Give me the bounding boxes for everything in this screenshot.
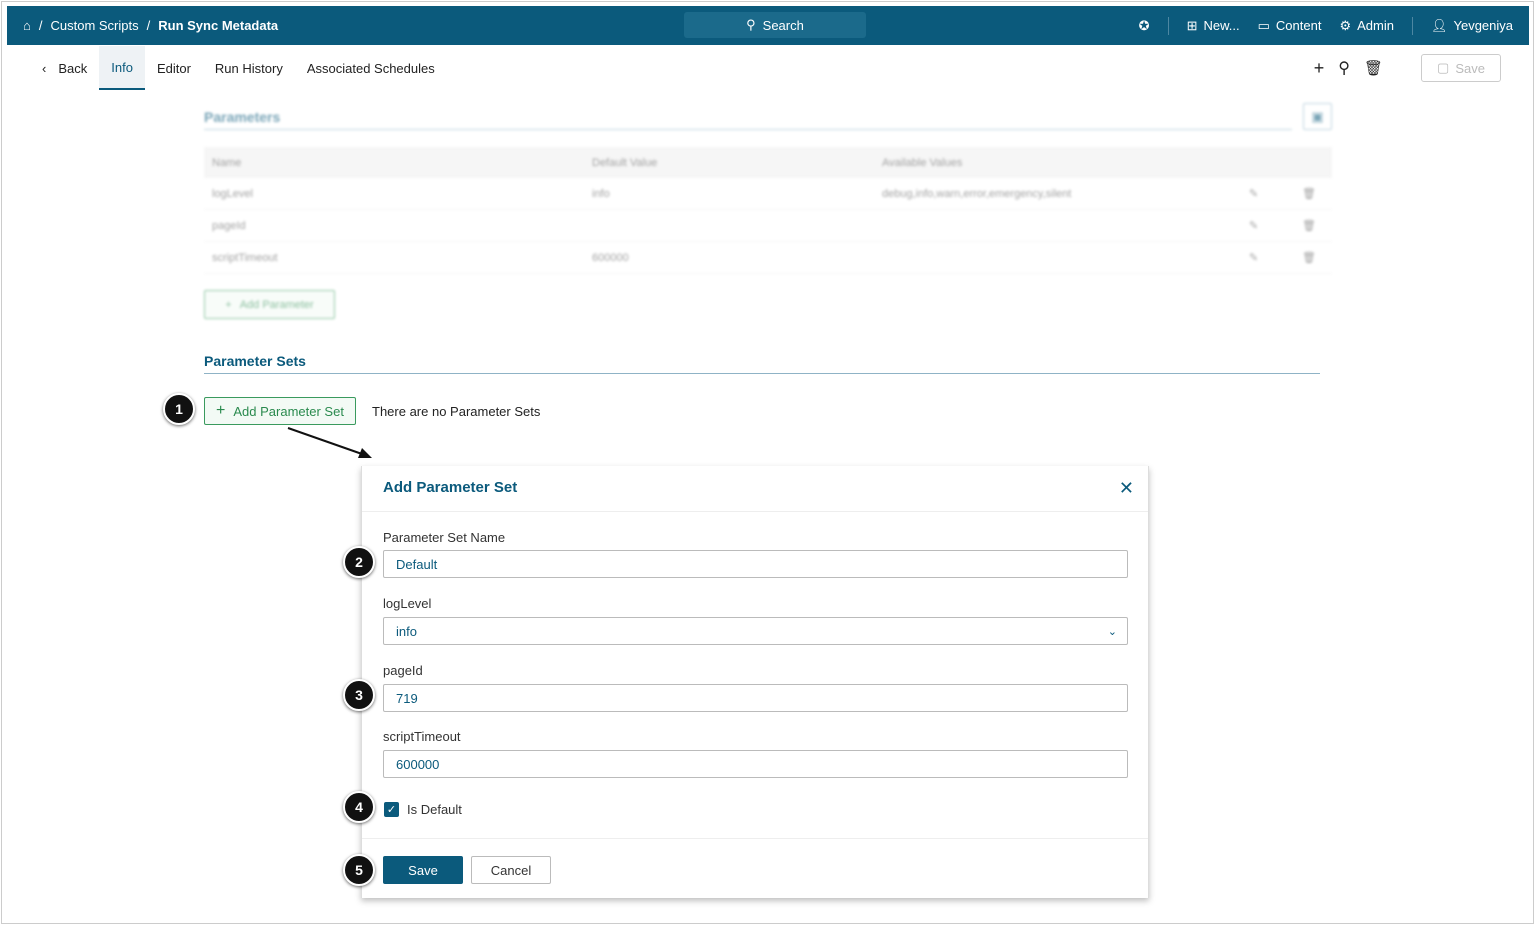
callout-badge: 4 <box>343 791 375 823</box>
parameters-table: Name Default Value Available Values logLev… <box>204 147 1332 274</box>
cell: 600000 <box>592 251 629 264</box>
pageid-input[interactable]: 719 <box>383 684 1128 712</box>
user-menu[interactable]: 👤︎ Yevgeniya <box>1431 18 1513 34</box>
back-button[interactable]: ‹ Back <box>30 46 99 90</box>
table-row: logLevel info debug,info,warn,error,emerge… <box>204 178 1332 210</box>
table-header: Name Default Value Available Values <box>204 147 1332 178</box>
divider <box>362 838 1148 839</box>
arrow-annotation <box>287 427 372 458</box>
callout-badge: 5 <box>343 854 375 886</box>
pageid-label: pageId <box>383 663 423 678</box>
tab-associated-schedules[interactable]: Associated Schedules <box>295 46 447 90</box>
save-icon: ▢ <box>1437 60 1450 75</box>
home-icon[interactable]: ⌂ <box>23 18 31 33</box>
user-name: Yevgeniya <box>1453 18 1513 33</box>
cell: debug,info,warn,error,emergency,silent <box>882 187 1072 200</box>
script-timeout-input[interactable]: 600000 <box>383 750 1128 778</box>
search-icon: ⚲ <box>746 17 756 32</box>
callout-badge: 2 <box>343 546 375 578</box>
loglevel-value: info <box>396 623 417 639</box>
cell: logLevel <box>212 187 253 200</box>
callout-badge: 3 <box>343 679 375 711</box>
tab-info[interactable]: Info <box>99 46 145 90</box>
content-button[interactable]: ▭ Content <box>1258 18 1322 34</box>
edit-icon[interactable]: ✎ <box>1249 251 1258 264</box>
content-label: Content <box>1275 18 1322 33</box>
folder-icon: ▭ <box>1257 17 1270 33</box>
tab-run-history[interactable]: Run History <box>203 46 295 90</box>
plus-icon: + <box>225 298 232 311</box>
breadcrumb: ⌂ / Custom Scripts / Run Sync Metadata <box>23 18 279 33</box>
parameters-title: Parameters <box>204 109 281 125</box>
column-header: Available Values <box>882 156 963 169</box>
edit-icon[interactable]: ✎ <box>1249 219 1258 232</box>
plus-square-icon: ⊞ <box>1186 17 1198 33</box>
add-parameter-set-dialog: Add Parameter Set ✕ Parameter Set Name D… <box>361 466 1149 898</box>
back-label: Back <box>58 60 88 76</box>
edit-icon[interactable]: ✎ <box>1249 187 1258 200</box>
top-navbar: ⌂ / Custom Scripts / Run Sync Metadata ⚲ Se… <box>7 6 1529 45</box>
parameter-sets-title: Parameter Sets <box>204 353 306 369</box>
save-label: Save <box>1455 60 1485 76</box>
search-icon[interactable]: ⚲ <box>1338 58 1350 78</box>
collapse-button[interactable]: ▣ <box>1303 103 1332 130</box>
empty-message: There are no Parameter Sets <box>372 404 541 419</box>
close-icon[interactable]: ✕ <box>1119 478 1134 499</box>
user-icon: 👤︎ <box>1430 17 1448 33</box>
add-parameter-set-label: Add Parameter Set <box>233 403 344 419</box>
trash-icon[interactable]: 🗑︎ <box>1302 219 1316 232</box>
breadcrumb-current: Run Sync Metadata <box>158 18 279 33</box>
is-default-label: Is Default <box>407 802 462 817</box>
add-icon[interactable]: + <box>1314 58 1325 79</box>
chevron-left-icon: ‹ <box>42 60 47 76</box>
add-parameter-label: Add Parameter <box>239 298 314 311</box>
trash-icon[interactable]: 🗑︎ <box>1302 251 1316 264</box>
parameter-set-name-input[interactable]: Default <box>383 550 1128 578</box>
save-button[interactable]: Save <box>383 856 463 884</box>
gear-icon: ⚙ <box>1339 17 1352 33</box>
search-button[interactable]: ⚲ Search <box>684 12 866 38</box>
dialog-title: Add Parameter Set <box>383 479 518 496</box>
table-row: pageId ✎ 🗑︎ <box>204 210 1332 242</box>
assistant-icon[interactable]: ✪ <box>1139 18 1150 34</box>
column-header: Default Value <box>592 156 658 169</box>
is-default-checkbox[interactable]: ✓ <box>384 802 399 817</box>
loglevel-label: logLevel <box>383 596 432 611</box>
trash-icon[interactable]: 🗑︎ <box>1364 59 1383 77</box>
admin-button[interactable]: ⚙ Admin <box>1339 18 1394 34</box>
new-button[interactable]: ⊞ New... <box>1187 18 1240 34</box>
name-label: Parameter Set Name <box>383 530 506 545</box>
cell: pageId <box>212 219 246 232</box>
save-button[interactable]: ▢ Save <box>1421 54 1501 82</box>
timeout-label: scriptTimeout <box>383 729 461 744</box>
breadcrumb-custom-scripts[interactable]: Custom Scripts <box>50 18 138 33</box>
divider <box>1411 16 1413 35</box>
tab-bar: ‹ Back Info Editor Run History Associated… <box>30 46 447 90</box>
table-row: scriptTimeout 600000 ✎ 🗑︎ <box>204 242 1332 274</box>
divider <box>204 129 1292 130</box>
new-label: New... <box>1203 18 1240 33</box>
chevron-down-icon: ⌄ <box>1107 625 1117 638</box>
divider <box>204 373 1320 374</box>
divider <box>362 511 1148 512</box>
loglevel-select[interactable]: info ⌄ <box>383 617 1128 645</box>
tab-editor[interactable]: Editor <box>145 46 203 90</box>
add-parameter-button[interactable]: + Add Parameter <box>204 290 335 319</box>
cancel-button[interactable]: Cancel <box>471 856 551 884</box>
plus-icon: + <box>216 402 226 419</box>
column-header: Name <box>212 156 242 169</box>
callout-badge: 1 <box>163 393 195 425</box>
trash-icon[interactable]: 🗑︎ <box>1302 187 1316 200</box>
search-label: Search <box>762 17 804 33</box>
divider <box>1167 16 1169 35</box>
admin-label: Admin <box>1357 18 1394 33</box>
cell: scriptTimeout <box>212 251 278 264</box>
cell: info <box>592 187 610 200</box>
